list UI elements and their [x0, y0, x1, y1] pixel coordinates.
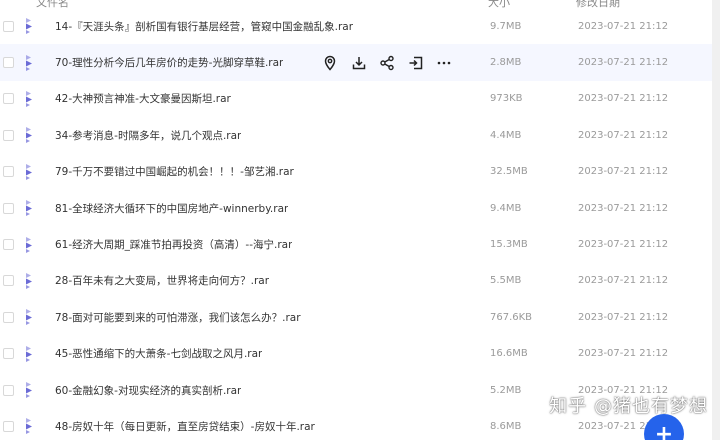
download-icon[interactable] [350, 54, 368, 72]
file-row[interactable]: 42-大神预言神准-大文豪曼因斯坦.rar 973KB 2023-07-21 21:… [0, 81, 712, 117]
file-name[interactable]: 28-百年未有之大变局，世界将走向何方？.rar [55, 273, 269, 288]
file-name[interactable]: 81-全球经济大循环下的中国房地产-winnerby.rar [55, 201, 288, 216]
scrollbar-track[interactable] [712, 0, 720, 440]
archive-file-icon [22, 53, 38, 73]
archive-file-icon [22, 235, 38, 255]
row-checkbox[interactable] [3, 129, 14, 141]
file-row[interactable]: 78-面对可能要到来的可怕滞涨，我们该怎么办？.rar 767.6KB 2023-0… [0, 299, 712, 335]
file-size: 15.3MB [490, 239, 528, 251]
file-row[interactable]: 61-经济大周期_踩准节拍再投资（高清）--海宁.rar 15.3MB 2023-0… [0, 226, 712, 262]
archive-file-icon [22, 307, 38, 327]
file-size: 5.2MB [490, 384, 522, 396]
file-list: 14-『天涯头条』剖析国有银行基层经营，管窥中国金融乱象.rar 9.7MB 202… [0, 8, 720, 440]
file-date: 2023-07-21 21:12 [578, 57, 669, 69]
file-name[interactable]: 70-理性分析今后几年房价的走势-光脚穿草鞋.rar [55, 55, 283, 70]
watermark: 知乎 @猪也有梦想 [549, 396, 708, 417]
row-checkbox[interactable] [3, 202, 14, 214]
file-date: 2023-07-21 21:12 [578, 20, 669, 32]
file-list-header: 文件名 大小 修改日期 [0, 0, 720, 8]
row-checkbox[interactable] [3, 57, 14, 69]
row-checkbox[interactable] [3, 384, 14, 396]
file-name[interactable]: 34-参考消息-时隔多年，说几个观点.rar [55, 128, 241, 143]
file-size: 16.6MB [490, 348, 528, 360]
file-row[interactable]: 14-『天涯头条』剖析国有银行基层经营，管窥中国金融乱象.rar 9.7MB 202… [0, 8, 712, 44]
file-date: 2023-07-21 21:12 [578, 93, 669, 105]
file-size: 8.6MB [490, 420, 522, 432]
file-name[interactable]: 60-金融幻象-对现实经济的真实剖析.rar [55, 383, 241, 398]
row-checkbox[interactable] [3, 311, 14, 323]
row-checkbox[interactable] [3, 20, 14, 32]
row-checkbox[interactable] [3, 275, 14, 287]
file-date: 2023-07-21 21:12 [578, 275, 669, 287]
file-size: 2.8MB [490, 57, 522, 69]
archive-file-icon [22, 344, 38, 364]
file-size: 973KB [490, 93, 523, 105]
archive-file-icon [22, 271, 38, 291]
row-checkbox[interactable] [3, 239, 14, 251]
archive-file-icon [22, 416, 38, 436]
file-date: 2023-07-21 21:12 [578, 166, 669, 178]
file-size: 32.5MB [490, 166, 528, 178]
archive-file-icon [22, 89, 38, 109]
file-name[interactable]: 45-恶性通缩下的大萧条-七剑战取之风月.rar [55, 346, 262, 361]
row-checkbox[interactable] [3, 420, 14, 432]
file-row[interactable]: 34-参考消息-时隔多年，说几个观点.rar 4.4MB 2023-07-21 21… [0, 117, 712, 153]
archive-file-icon [22, 380, 38, 400]
row-checkbox[interactable] [3, 166, 14, 178]
row-checkbox[interactable] [3, 348, 14, 360]
file-name[interactable]: 14-『天涯头条』剖析国有银行基层经营，管窥中国金融乱象.rar [55, 19, 353, 34]
file-name[interactable]: 42-大神预言神准-大文豪曼因斯坦.rar [55, 91, 231, 106]
file-size: 767.6KB [490, 311, 533, 323]
row-checkbox[interactable] [3, 93, 14, 105]
file-date: 2023-07-21 21:12 [578, 202, 669, 214]
file-row[interactable]: 70-理性分析今后几年房价的走势-光脚穿草鞋.rar 2.8MB 2023-07-2… [0, 44, 712, 81]
file-date: 2023-07-21 21:12 [578, 129, 669, 141]
file-row[interactable]: 45-恶性通缩下的大萧条-七剑战取之风月.rar 16.6MB 2023-07-21… [0, 336, 712, 372]
file-size: 9.7MB [490, 20, 522, 32]
file-name[interactable]: 61-经济大周期_踩准节拍再投资（高清）--海宁.rar [55, 237, 292, 252]
move-icon[interactable] [407, 54, 425, 72]
file-name[interactable]: 79-千万不要错过中国崛起的机会！！！-邹艺湘.rar [55, 164, 294, 179]
archive-file-icon [22, 16, 38, 36]
column-header-date[interactable]: 修改日期 [576, 0, 620, 8]
file-name[interactable]: 48-房奴十年（每日更新，直至房贷结束）-房奴十年.rar [55, 419, 315, 434]
file-date: 2023-07-21 21:12 [578, 348, 669, 360]
column-header-size[interactable]: 大小 [488, 0, 510, 8]
file-size: 5.5MB [490, 275, 522, 287]
file-row[interactable]: 81-全球经济大循环下的中国房地产-winnerby.rar 9.4MB 2023-… [0, 190, 712, 226]
file-size: 4.4MB [490, 129, 522, 141]
archive-file-icon [22, 198, 38, 218]
archive-file-icon [22, 125, 38, 145]
row-actions [321, 44, 464, 80]
file-row[interactable]: 79-千万不要错过中国崛起的机会！！！-邹艺湘.rar 32.5MB 2023-07… [0, 154, 712, 190]
location-pin-icon[interactable] [321, 54, 339, 72]
file-size: 9.4MB [490, 202, 522, 214]
file-row[interactable]: 28-百年未有之大变局，世界将走向何方？.rar 5.5MB 2023-07-21 … [0, 263, 712, 299]
share-icon[interactable] [378, 54, 396, 72]
file-date: 2023-07-21 21:12 [578, 311, 669, 323]
column-header-name[interactable]: 文件名 [36, 0, 69, 8]
archive-file-icon [22, 162, 38, 182]
file-date: 2023-07-21 21:12 [578, 239, 669, 251]
more-icon[interactable] [435, 54, 453, 72]
file-name[interactable]: 78-面对可能要到来的可怕滞涨，我们该怎么办？.rar [55, 310, 301, 325]
